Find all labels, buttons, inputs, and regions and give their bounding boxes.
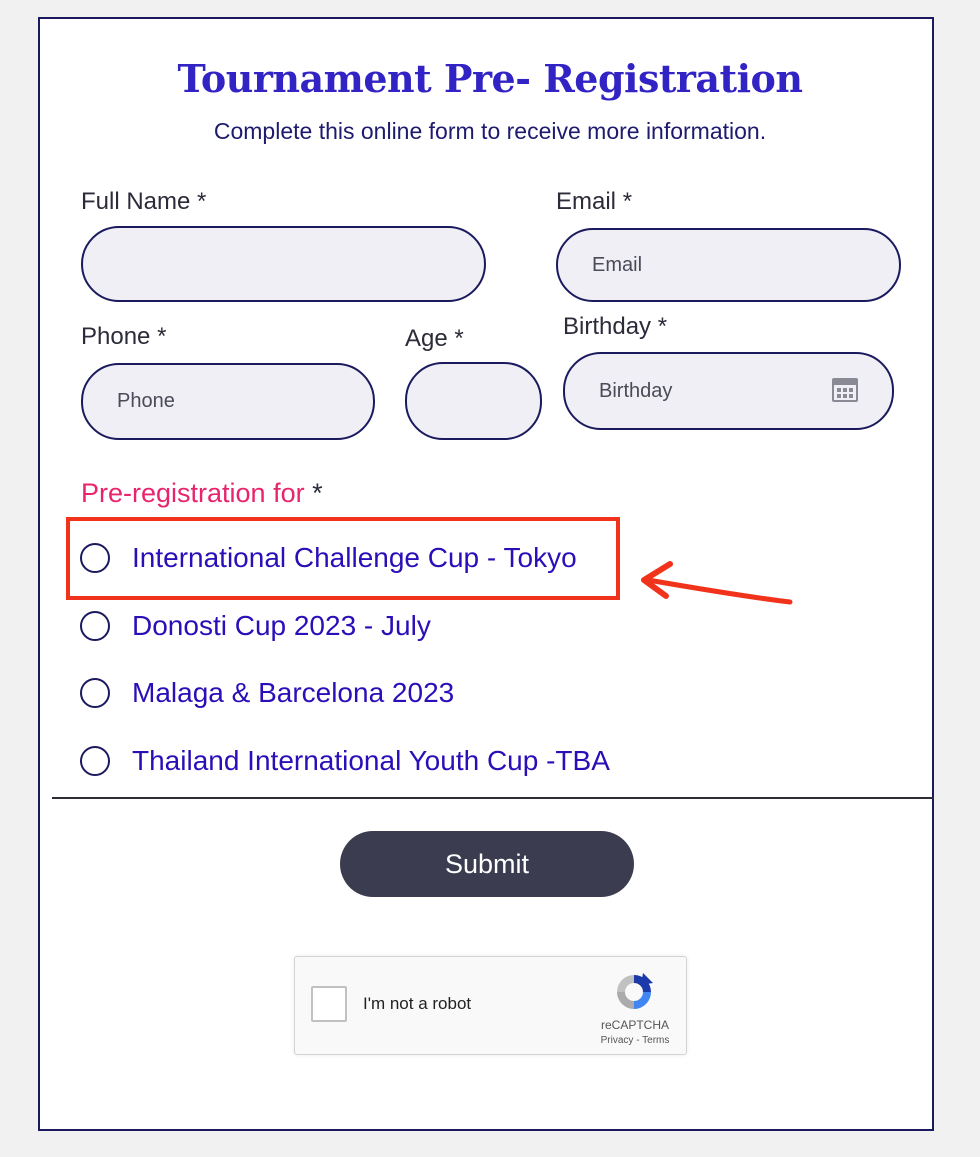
age-label-text: Age — [405, 325, 448, 352]
email-input[interactable] — [556, 228, 901, 302]
phone-input[interactable] — [81, 363, 375, 440]
recaptcha-links-separator: - — [633, 1035, 643, 1046]
calendar-icon-grid — [837, 388, 853, 398]
phone-label: Phone * — [81, 323, 166, 351]
birthday-label-text: Birthday — [563, 313, 652, 340]
recaptcha-terms-link[interactable]: Terms — [642, 1035, 669, 1046]
radio-label: Donosti Cup 2023 - July — [132, 610, 431, 641]
recaptcha-brand: reCAPTCHA — [600, 1018, 669, 1032]
radio-option-thailand[interactable]: Thailand International Youth Cup -TBA — [80, 745, 610, 777]
preregistration-label: Pre-registration for * — [81, 478, 323, 509]
recaptcha-checkbox[interactable] — [311, 986, 347, 1022]
recaptcha-checkbox-label: I'm not a robot — [363, 994, 472, 1013]
hand-drawn-arrow-icon — [641, 561, 793, 605]
birthday-label: Birthday * — [563, 313, 667, 341]
full-name-required-mark: * — [197, 188, 207, 215]
phone-label-text: Phone — [81, 323, 151, 350]
recaptcha-widget: I'm not a robot reCAPTCHA Privacy - Term… — [294, 956, 687, 1055]
calendar-icon[interactable] — [832, 378, 858, 402]
age-required-mark: * — [454, 325, 464, 352]
age-input[interactable] — [405, 362, 542, 440]
birthday-required-mark: * — [657, 313, 668, 340]
phone-required-mark: * — [157, 323, 167, 350]
radio-button[interactable] — [80, 678, 110, 708]
form-subtitle: Complete this online form to receive mor… — [213, 118, 767, 144]
annotation-highlight-box — [66, 517, 620, 600]
recaptcha-logo-icon — [617, 973, 653, 1009]
radio-label: Thailand International Youth Cup -TBA — [132, 745, 610, 776]
preregistration-required-mark: * — [312, 478, 323, 508]
radio-option-malaga-barcelona[interactable]: Malaga & Barcelona 2023 — [80, 677, 454, 709]
radio-button[interactable] — [80, 611, 110, 641]
email-label-text: Email — [556, 188, 617, 215]
form-title: Tournament Pre- Registration — [177, 56, 803, 101]
recaptcha-links: Privacy - Terms — [585, 1035, 685, 1046]
calendar-icon-header — [834, 380, 856, 385]
age-label: Age * — [405, 325, 464, 353]
radio-option-donosti[interactable]: Donosti Cup 2023 - July — [80, 610, 431, 642]
recaptcha-privacy-link[interactable]: Privacy — [601, 1035, 634, 1046]
form-divider — [52, 797, 934, 799]
email-required-mark: * — [622, 188, 633, 215]
full-name-label: Full Name * — [81, 188, 206, 216]
full-name-label-text: Full Name — [81, 188, 191, 215]
preregistration-label-text: Pre-registration for — [81, 478, 305, 508]
radio-label: Malaga & Barcelona 2023 — [132, 677, 455, 708]
full-name-input[interactable] — [81, 226, 486, 302]
email-label: Email * — [556, 188, 632, 216]
submit-button[interactable]: Submit — [340, 831, 634, 897]
radio-button[interactable] — [80, 746, 110, 776]
